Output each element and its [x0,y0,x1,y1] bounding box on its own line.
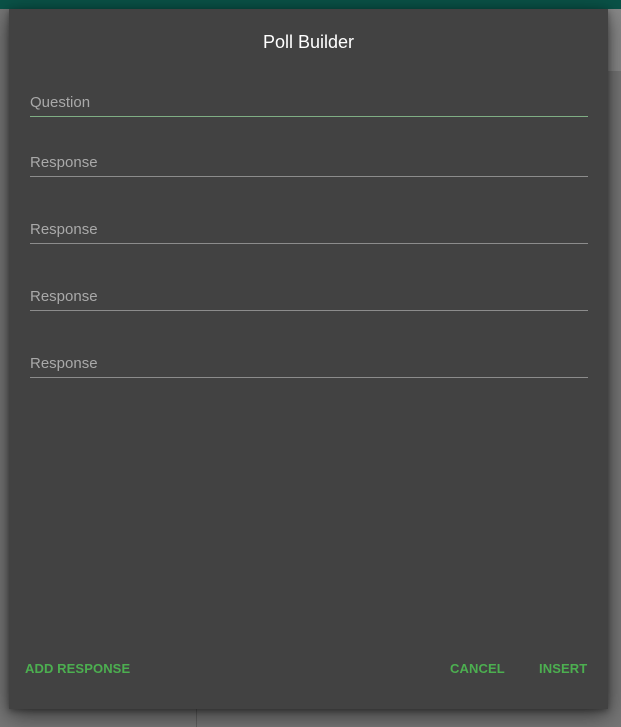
response-input-3[interactable] [30,288,588,305]
cancel-button[interactable]: CANCEL [450,661,505,676]
response-input-4[interactable] [30,355,588,372]
response-field-4 [30,343,588,378]
backdrop-divider [196,706,197,727]
question-field [30,82,588,117]
response-input-2[interactable] [30,221,588,238]
response-field-2 [30,209,588,244]
response-field-3 [30,276,588,311]
dialog-title: Poll Builder [262,32,355,52]
question-input[interactable] [30,94,588,111]
poll-builder-dialog: Poll Builder ADD RESPONSE CANCEL INSERT [9,9,608,709]
response-input-1[interactable] [30,154,588,171]
add-response-button[interactable]: ADD RESPONSE [25,661,130,676]
insert-button[interactable]: INSERT [539,661,587,676]
response-field-1 [30,142,588,177]
app-top-bar [0,0,621,9]
backdrop-toolbar-strip [608,9,621,71]
